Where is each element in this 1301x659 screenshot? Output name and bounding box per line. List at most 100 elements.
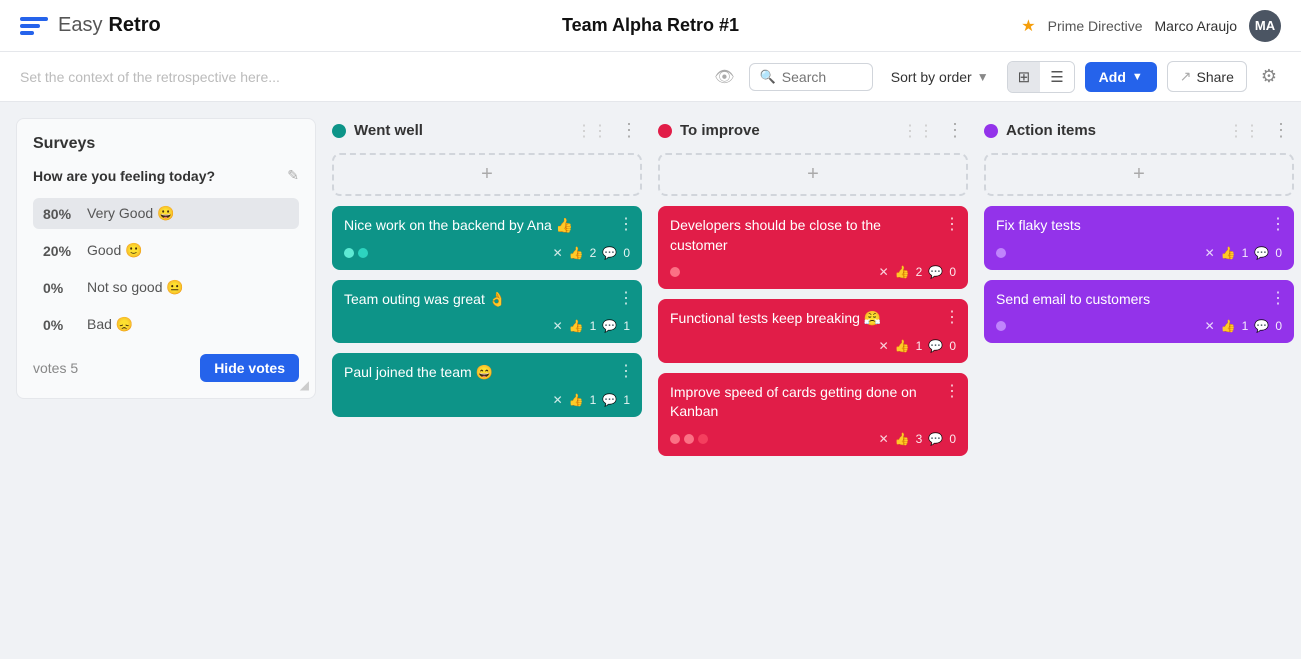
add-card-went-well-button[interactable]: + — [332, 153, 642, 196]
close-icon[interactable]: ✕ — [879, 265, 889, 279]
logo-retro-text: Retro — [108, 14, 160, 37]
logo-icon — [20, 17, 48, 35]
list-view-button[interactable]: ☰ — [1040, 62, 1073, 92]
like-icon: 👍 — [895, 339, 910, 353]
card-text: Send email to customers — [996, 290, 1282, 310]
survey-option-2: 0% Not so good 😐 — [33, 272, 299, 303]
comment-count: 0 — [949, 265, 956, 279]
share-label: Share — [1197, 69, 1234, 85]
card-menu-button[interactable]: ⋮ — [944, 381, 960, 401]
card-menu-button[interactable]: ⋮ — [618, 361, 634, 381]
card-text: Fix flaky tests — [996, 216, 1282, 236]
card-text: Developers should be close to the custom… — [670, 216, 956, 255]
comment-icon: 💬 — [602, 319, 617, 333]
card-menu-button[interactable]: ⋮ — [944, 307, 960, 327]
close-icon[interactable]: ✕ — [553, 246, 563, 260]
column-to-improve-menu-button[interactable]: ⋮ — [942, 118, 968, 143]
column-action-items-menu-button[interactable]: ⋮ — [1268, 118, 1294, 143]
like-icon: 👍 — [1221, 319, 1236, 333]
column-went-well-dot — [332, 124, 346, 138]
column-went-well: Went well ⋮⋮ ⋮ + ⋮ Nice work on the back… — [332, 118, 642, 466]
card-footer: ✕ 👍 1 💬 0 — [670, 339, 956, 353]
survey-option-1: 20% Good 🙂 — [33, 235, 299, 266]
column-went-well-title: Went well — [354, 122, 568, 139]
add-card-action-items-button[interactable]: + — [984, 153, 1294, 196]
header-right: ★ Prime Directive Marco Araujo MA — [1021, 10, 1281, 42]
toolbar-right: 👁 🔍 Sort by order ▼ ⊞ ☰ Add ▼ ↗ Share ⚙ — [710, 61, 1281, 93]
add-chevron-icon: ▼ — [1132, 71, 1143, 83]
like-count: 3 — [916, 432, 923, 446]
like-count: 1 — [1242, 319, 1249, 333]
dot-1 — [670, 434, 680, 444]
logo[interactable]: Easy Retro — [20, 14, 161, 37]
dot-purple — [996, 248, 1006, 258]
search-input[interactable] — [782, 69, 862, 85]
close-icon[interactable]: ✕ — [1205, 319, 1215, 333]
column-went-well-menu-button[interactable]: ⋮ — [616, 118, 642, 143]
survey-label-2: Not so good 😐 — [87, 279, 184, 296]
card-text: Functional tests keep breaking 😤 — [670, 309, 956, 329]
card-footer: ✕ 👍 2 💬 0 — [670, 265, 956, 279]
comment-count-1: 1 — [623, 319, 630, 333]
columns-container: Went well ⋮⋮ ⋮ + ⋮ Nice work on the back… — [332, 118, 1294, 466]
column-went-well-header: Went well ⋮⋮ ⋮ — [332, 118, 642, 143]
survey-option-3: 0% Bad 😞 — [33, 309, 299, 340]
card-dots — [670, 434, 708, 444]
like-count: 1 — [1242, 246, 1249, 260]
hide-votes-button[interactable]: Hide votes — [200, 354, 299, 382]
close-icon[interactable]: ✕ — [1205, 246, 1215, 260]
dot-2 — [684, 434, 694, 444]
survey-question-row: How are you feeling today? ✎ — [33, 167, 299, 184]
card-menu-button[interactable]: ⋮ — [618, 288, 634, 308]
column-to-improve-title: To improve — [680, 122, 894, 139]
settings-button[interactable]: ⚙ — [1257, 62, 1281, 91]
context-placeholder[interactable]: Set the context of the retrospective her… — [20, 69, 698, 85]
votes-label: votes 5 — [33, 360, 78, 376]
grid-view-button[interactable]: ⊞ — [1008, 62, 1041, 92]
user-name: Marco Araujo — [1155, 18, 1237, 34]
add-label: Add — [1099, 69, 1126, 85]
close-icon[interactable]: ✕ — [553, 319, 563, 333]
resize-handle[interactable]: ◢ — [300, 378, 309, 392]
card-menu-button[interactable]: ⋮ — [1270, 214, 1286, 234]
edit-question-button[interactable]: ✎ — [287, 167, 299, 184]
sort-label: Sort by order — [891, 69, 972, 85]
dot-pink — [670, 267, 680, 277]
comment-count: 0 — [1275, 319, 1282, 333]
card-menu-button[interactable]: ⋮ — [944, 214, 960, 234]
avatar[interactable]: MA — [1249, 10, 1281, 42]
card-footer: ✕ 👍 1 💬 0 — [996, 319, 1282, 333]
main-content: Surveys How are you feeling today? ✎ 80%… — [0, 102, 1301, 482]
comment-count-0: 0 — [623, 246, 630, 260]
column-to-improve-dot — [658, 124, 672, 138]
close-icon[interactable]: ✕ — [879, 432, 889, 446]
logo-easy-text: Easy — [58, 14, 102, 37]
card-dots — [996, 321, 1006, 331]
survey-pct-0: 80% — [43, 206, 79, 222]
close-icon[interactable]: ✕ — [879, 339, 889, 353]
comment-icon: 💬 — [1254, 246, 1269, 260]
survey-question: How are you feeling today? — [33, 168, 215, 184]
sort-button[interactable]: Sort by order ▼ — [883, 63, 997, 91]
comment-count: 0 — [949, 432, 956, 446]
card-action-0: ⋮ Fix flaky tests ✕ 👍 1 💬 0 — [984, 206, 1294, 270]
column-to-improve-header: To improve ⋮⋮ ⋮ — [658, 118, 968, 143]
add-button[interactable]: Add ▼ — [1085, 62, 1157, 92]
like-count: 1 — [916, 339, 923, 353]
card-to-improve-1: ⋮ Functional tests keep breaking 😤 ✕ 👍 1… — [658, 299, 968, 363]
survey-pct-2: 0% — [43, 280, 79, 296]
eye-button[interactable]: 👁 — [710, 63, 738, 91]
card-footer: ✕ 👍 3 💬 0 — [670, 432, 956, 446]
like-icon: 👍 — [569, 393, 584, 407]
like-count-1: 1 — [590, 319, 597, 333]
share-button[interactable]: ↗ Share — [1167, 61, 1247, 92]
column-action-items-header: Action items ⋮⋮ ⋮ — [984, 118, 1294, 143]
card-menu-button[interactable]: ⋮ — [618, 214, 634, 234]
add-card-to-improve-button[interactable]: + — [658, 153, 968, 196]
drag-handle-icon: ⋮⋮ — [1228, 121, 1260, 141]
close-icon[interactable]: ✕ — [553, 393, 563, 407]
like-count-0: 2 — [590, 246, 597, 260]
prime-directive-label[interactable]: Prime Directive — [1048, 18, 1143, 34]
card-menu-button[interactable]: ⋮ — [1270, 288, 1286, 308]
dot-purple — [996, 321, 1006, 331]
